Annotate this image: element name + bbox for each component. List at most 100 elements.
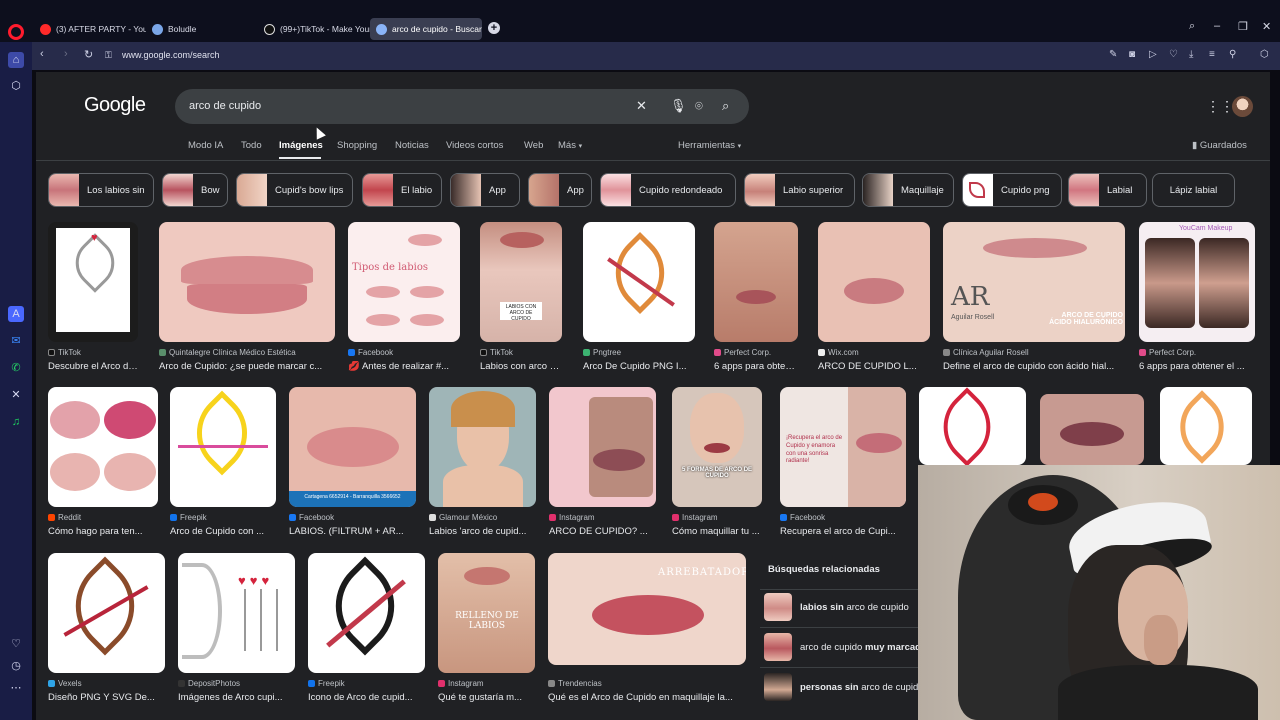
apps-grid-icon[interactable]: ⋮⋮ xyxy=(1206,98,1234,115)
minimize-icon[interactable]: – xyxy=(1214,20,1220,32)
menu-icon[interactable]: ≡ xyxy=(1209,49,1215,60)
more-icon[interactable]: ⋯ xyxy=(8,680,24,696)
tab-modo-ia[interactable]: Modo IA xyxy=(188,140,223,151)
home-icon[interactable]: ⌂ xyxy=(8,52,24,68)
whatsapp-icon[interactable]: ✆ xyxy=(8,360,24,376)
result-title[interactable]: Labios con arco de... xyxy=(480,361,562,372)
tab-imagenes[interactable]: Imágenes xyxy=(279,140,323,151)
lens-icon[interactable]: ⌾ xyxy=(695,98,703,114)
account-avatar[interactable] xyxy=(1232,96,1253,117)
saved-button[interactable]: ▮ Guardados xyxy=(1192,140,1247,151)
tab-tiktok[interactable]: (99+)TikTok - Make Your Day xyxy=(258,18,370,40)
result-tile[interactable]: Glamour México Labios 'arco de cupid... xyxy=(429,387,536,539)
result-title[interactable]: Qué es el Arco de Cupido en maquillaje l… xyxy=(548,692,746,703)
result-tile[interactable]: AR Aguilar Rosell ARCO DE CUPIDO ÁCIDO H… xyxy=(943,222,1125,374)
result-title[interactable]: Diseño PNG Y SVG De... xyxy=(48,692,165,703)
heart-icon[interactable]: ♡ xyxy=(1169,49,1178,60)
chip-los-labios-sin[interactable]: Los labios sin xyxy=(48,173,154,207)
result-tile[interactable]: Reddit Cómo hago para ten... xyxy=(48,387,158,539)
tab-web[interactable]: Web xyxy=(524,140,543,151)
chip-bow[interactable]: Bow xyxy=(162,173,228,207)
messenger-icon[interactable]: ✉ xyxy=(8,333,24,349)
microphone-icon[interactable]: 🎙 xyxy=(670,98,687,114)
history-icon[interactable]: ◷ xyxy=(8,658,24,674)
result-tile[interactable]: Cartagena 6652914 - Barranquilla 3566652… xyxy=(289,387,416,539)
result-title[interactable]: Arco de Cupido con ... xyxy=(170,526,276,537)
url-field[interactable]: www.google.com/search xyxy=(122,50,220,60)
tab-mas[interactable]: Más ▾ xyxy=(558,140,582,151)
result-tile[interactable]: Tipos de labios Facebook 💋 Antes de real… xyxy=(348,222,460,374)
related-search-item[interactable]: arco de cupido muy marcado xyxy=(764,631,927,663)
result-title[interactable]: Arco de Cupido: ¿se puede marcar c... xyxy=(159,361,335,372)
result-title[interactable]: ARCO DE CUPIDO L... xyxy=(818,361,930,372)
google-logo[interactable]: Google xyxy=(84,94,146,117)
result-title[interactable]: 💋 Antes de realizar #... xyxy=(348,361,460,372)
tab-todo[interactable]: Todo xyxy=(241,140,262,151)
reload-icon[interactable]: ↻ xyxy=(84,48,93,61)
chip-lapiz-labial[interactable]: Lápiz labial xyxy=(1152,173,1235,207)
result-tile[interactable]: 5 FORMAS DE ARCO DE CUPIDO Instagram Cóm… xyxy=(672,387,762,539)
tools-dropdown[interactable]: Herramientas ▾ xyxy=(678,140,741,151)
x-icon[interactable]: ✕ xyxy=(8,387,24,403)
result-tile[interactable]: ♥ TikTok Descubre el Arco de Cupido... xyxy=(48,222,138,374)
chip-labial[interactable]: Labial xyxy=(1068,173,1147,207)
result-title[interactable]: ARCO DE CUPIDO? ... xyxy=(549,526,656,537)
chip-cupido-png[interactable]: Cupido png xyxy=(962,173,1062,207)
edit-icon[interactable]: ✎ xyxy=(1109,49,1117,60)
opera-logo-icon[interactable] xyxy=(8,24,24,40)
result-title[interactable]: 6 apps para obten... xyxy=(714,361,798,372)
result-tile[interactable]: Vexels Diseño PNG Y SVG De... xyxy=(48,553,165,703)
search-box[interactable]: arco de cupido ✕ 🎙 ⌾ ⌕ xyxy=(175,89,749,124)
download-icon[interactable]: ⤓ xyxy=(1189,49,1193,60)
search-input[interactable]: arco de cupido xyxy=(189,100,261,112)
tab-youtube[interactable]: (3) AFTER PARTY - YouTube xyxy=(34,18,146,40)
close-window-icon[interactable]: ✕ xyxy=(1262,20,1271,33)
result-title[interactable]: LABIOS. (FILTRUM + AR... xyxy=(289,526,416,537)
result-title[interactable]: Imágenes de Arco cupi... xyxy=(178,692,295,703)
result-title[interactable]: Cómo maquillar tu ... xyxy=(672,526,762,537)
result-title[interactable]: Icono de Arco de cupid... xyxy=(308,692,425,703)
extensions-icon[interactable]: ⬡ xyxy=(1260,49,1269,60)
result-tile[interactable]: Pngtree Arco De Cupido PNG I... xyxy=(583,222,695,374)
tab-search-icon[interactable]: ⌕ xyxy=(1189,20,1195,33)
result-title[interactable]: Recupera el arco de Cupi... xyxy=(780,526,906,537)
result-title[interactable]: Cómo hago para ten... xyxy=(48,526,158,537)
tab-google-search[interactable]: arco de cupido - Buscar con Google xyxy=(370,18,482,40)
site-info-icon[interactable]: ⚿ xyxy=(105,50,112,61)
result-tile[interactable]: ARREBATADORA Trendencias Qué es el Arco … xyxy=(548,553,746,703)
result-tile[interactable]: ¡Recupera el arco de Cupido y enamora co… xyxy=(780,387,906,539)
result-title[interactable]: Labios 'arco de cupid... xyxy=(429,526,536,537)
chip-labio-superior[interactable]: Labio superior xyxy=(744,173,855,207)
tab-videos-cortos[interactable]: Videos cortos xyxy=(446,140,503,151)
forward-icon[interactable]: › xyxy=(64,48,68,60)
chip-cupido-redondeado[interactable]: Cupido redondeado xyxy=(600,173,736,207)
result-tile[interactable]: Quintalegre Clínica Médico Estética Arco… xyxy=(159,222,335,374)
result-tile[interactable]: Wix.com ARCO DE CUPIDO L... xyxy=(818,222,930,374)
tab-shopping[interactable]: Shopping xyxy=(337,140,377,151)
result-tile[interactable]: LABIOS CON ARCO DE CUPIDO TikTok Labios … xyxy=(480,222,562,374)
result-title[interactable]: Qué te gustaría m... xyxy=(438,692,535,703)
profile-icon[interactable]: ⚲ xyxy=(1229,49,1236,60)
chip-maquillaje[interactable]: Maquillaje xyxy=(862,173,954,207)
tab-noticias[interactable]: Noticias xyxy=(395,140,429,151)
camera-icon[interactable]: ◙ xyxy=(1129,49,1135,60)
result-title[interactable]: 6 apps para obtener el ... xyxy=(1139,361,1255,372)
result-tile[interactable]: Instagram ARCO DE CUPIDO? ... xyxy=(549,387,656,539)
spotify-icon[interactable]: ♫ xyxy=(8,414,24,430)
aria-icon[interactable]: A xyxy=(8,306,24,322)
new-tab-icon[interactable]: + xyxy=(488,22,500,34)
result-tile[interactable]: YouCam Makeup Perfect Corp. 6 apps para … xyxy=(1139,222,1255,374)
heart-icon[interactable]: ♡ xyxy=(8,636,24,652)
related-search-item[interactable]: personas sin arco de cupido xyxy=(764,671,924,703)
result-tile[interactable]: Perfect Corp. 6 apps para obten... xyxy=(714,222,798,374)
result-tile[interactable]: ♥♥♥ DepositPhotos Imágenes de Arco cupi.… xyxy=(178,553,295,703)
back-icon[interactable]: ‹ xyxy=(40,48,44,60)
chip-el-labio[interactable]: El labio xyxy=(362,173,442,207)
play-icon[interactable]: ▷ xyxy=(1149,49,1157,60)
related-search-item[interactable]: labios sin arco de cupido xyxy=(764,591,924,623)
result-tile[interactable] xyxy=(1160,387,1252,465)
search-icon[interactable]: ⌕ xyxy=(722,98,729,114)
result-tile[interactable] xyxy=(1040,394,1144,465)
pinboard-icon[interactable]: ⬡ xyxy=(8,78,24,94)
result-tile[interactable]: Freepik Arco de Cupido con ... xyxy=(170,387,276,539)
